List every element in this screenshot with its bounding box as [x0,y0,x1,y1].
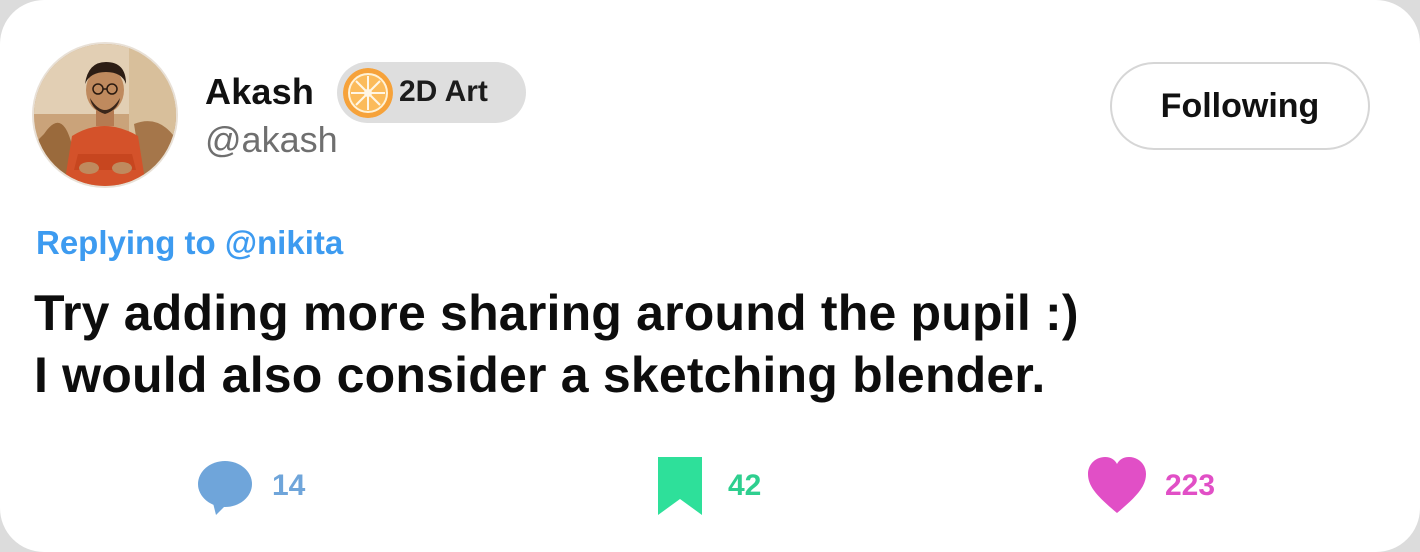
reply-prefix: Replying to [36,224,225,261]
heart-icon [1088,457,1146,513]
post-text-line: I would also consider a sketching blende… [34,347,1046,403]
bookmark-button[interactable]: 42 [656,455,786,517]
post-text-line: Try adding more sharing around the pupil… [34,285,1079,341]
reply-mention-link[interactable]: @nikita [225,224,343,261]
like-button[interactable]: 223 [1088,455,1248,517]
comment-count: 14 [272,469,306,502]
orange-slice-icon [343,68,393,118]
like-count: 223 [1165,469,1216,502]
avatar-image [34,44,176,186]
following-button[interactable]: Following [1110,62,1370,150]
avatar[interactable] [34,44,176,186]
badge-label: 2D Art [399,75,488,108]
comment-button[interactable]: 14 [198,455,328,517]
author-handle[interactable]: @akash [205,118,338,162]
bookmark-count: 42 [728,469,762,502]
post-text: Try adding more sharing around the pupil… [34,282,1079,406]
comment-icon [198,461,252,515]
reply-context: Replying to @nikita [36,222,343,264]
category-badge[interactable]: 2D Art [337,62,526,123]
bookmark-icon [658,457,702,515]
author-name[interactable]: Akash [205,70,314,114]
post-card: Akash 2D Art @akash Following Replying t… [0,0,1420,552]
